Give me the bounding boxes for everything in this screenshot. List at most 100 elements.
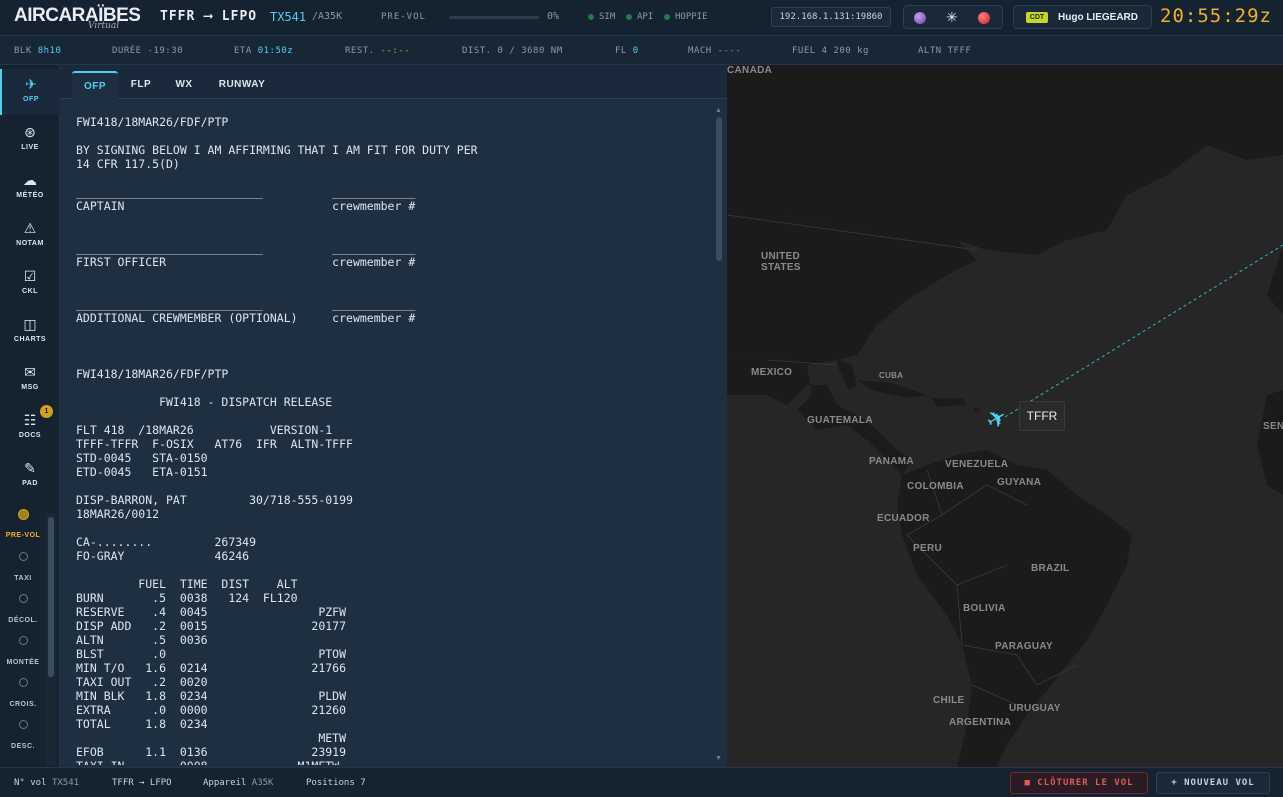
phase-scrollbar[interactable] xyxy=(46,513,56,765)
sidebar-item-label: CKL xyxy=(22,288,38,295)
stat-mach: MACH ---- xyxy=(688,46,742,56)
map-label-usa: UNITED STATES xyxy=(761,251,801,273)
sun-icon[interactable]: ✳ xyxy=(946,9,958,26)
phase-label: PRE-VOL xyxy=(5,532,41,539)
sidebar-item-msg[interactable]: ✉ MSG xyxy=(0,357,60,403)
status-dot-icon xyxy=(588,13,594,20)
phase-label: DÉCOL. xyxy=(8,617,38,624)
sidebar-item-label: PAD xyxy=(22,480,38,487)
status-hoppie: HOPPIE xyxy=(664,12,708,22)
ofp-scrollbar[interactable]: ▲ ▼ xyxy=(715,107,723,763)
phase-scroll-thumb[interactable] xyxy=(48,517,54,677)
toggle-group: ✳ xyxy=(903,5,1003,29)
stat-rest: REST. --:-- xyxy=(345,46,411,56)
utc-clock: 20:55:29z xyxy=(1160,5,1272,27)
phase-label: CROIS. xyxy=(9,701,37,708)
user-name: Hugo LIEGEARD xyxy=(1058,12,1138,23)
tab-bar: OFP FLP WX RUNWAY xyxy=(60,65,727,99)
notification-badge: 1 xyxy=(40,405,53,418)
brand-logo: AIRCARAÏBES xyxy=(14,5,141,26)
sidebar-item-label: MÉTÉO xyxy=(16,192,44,199)
status-label: HOPPIE xyxy=(675,12,708,22)
sidebar-item-ofp[interactable]: ✈ OFP xyxy=(0,69,60,115)
sidebar-item-charts[interactable]: ◫ CHARTS xyxy=(0,309,60,355)
record-icon[interactable] xyxy=(978,12,990,24)
mail-icon: ✉ xyxy=(24,364,36,380)
map-label-guatemala: GUATEMALA xyxy=(807,415,873,426)
flight-map[interactable]: CANADA UNITED STATES MEXICO CUBA GUATEMA… xyxy=(727,65,1283,767)
dest-code: LFPO xyxy=(221,9,258,24)
map-label-panama: PANAMA xyxy=(869,456,914,467)
sidebar-item-pad[interactable]: ✎ PAD xyxy=(0,453,60,499)
map-label-mexico: MEXICO xyxy=(751,367,793,378)
docs-icon: ☷ xyxy=(23,412,37,428)
progress-bar xyxy=(449,16,539,19)
sidebar-item-ckl[interactable]: ☑ CKL xyxy=(0,261,60,307)
tab-flp[interactable]: FLP xyxy=(120,71,162,99)
stat-duree: DURÉE -19:30 xyxy=(112,46,184,56)
new-flight-button[interactable]: + NOUVEAU VOL xyxy=(1156,772,1270,794)
ofp-document: FWI418/18MAR26/FDF/PTP BY SIGNING BELOW … xyxy=(76,115,478,765)
ofp-panel: OFP FLP WX RUNWAY FWI418/18MAR26/FDF/PTP… xyxy=(60,65,727,767)
top-bar: AIRCARAÏBES Virtual TFFR ⟶ LFPO TX541 /A… xyxy=(0,0,1283,36)
sidebar-item-label: MSG xyxy=(21,384,39,391)
map-label-brazil: BRAZIL xyxy=(1031,563,1070,574)
phase-montee[interactable]: MONTÉE xyxy=(0,636,46,666)
phase-crois[interactable]: CROIS. xyxy=(0,678,46,708)
scroll-up-icon[interactable]: ▲ xyxy=(715,107,722,114)
route-header: TFFR ⟶ LFPO xyxy=(160,9,257,24)
map-label-senegal: SENEG xyxy=(1263,421,1283,432)
footer-aircraft: Appareil A35K xyxy=(203,778,274,788)
map-label-guyana: GUYANA xyxy=(997,477,1042,488)
status-label: API xyxy=(637,12,654,22)
map-label-uruguay: URUGUAY xyxy=(1009,703,1061,714)
tab-runway[interactable]: RUNWAY xyxy=(210,71,274,99)
phase-circle-icon xyxy=(18,678,28,687)
phase-circle-icon xyxy=(17,509,29,520)
phase-prevol[interactable]: PRE-VOL xyxy=(0,509,46,539)
phase-circle-icon xyxy=(18,594,28,603)
sidebar-item-label: DOCS xyxy=(18,432,42,439)
ofp-scroll-thumb[interactable] xyxy=(716,117,722,261)
stat-dist: DIST. 0 / 3680 NM xyxy=(462,46,563,56)
stats-bar: BLK 8h10 DURÉE -19:30 ETA 01:50z REST. -… xyxy=(0,36,1283,65)
phase-desc[interactable]: DESC. xyxy=(0,720,46,750)
aircraft-tooltip: TFFR xyxy=(1019,401,1065,431)
footer-route: TFFR → LFPO xyxy=(112,778,172,788)
map-label-colombia: COLOMBIA xyxy=(907,481,964,492)
map-label-venezuela: VENEZUELA xyxy=(945,459,1009,470)
footer-bar: N° vol TX541 TFFR → LFPO Appareil A35K P… xyxy=(0,767,1283,797)
theme-moon-icon[interactable] xyxy=(914,12,926,24)
route-arrow: ⟶ xyxy=(204,9,213,24)
user-chip[interactable]: CDT Hugo LIEGEARD xyxy=(1013,5,1152,29)
footer-positions: Positions 7 xyxy=(306,778,366,788)
warning-icon: ⚠ xyxy=(23,220,37,236)
phase-taxi[interactable]: TAXI xyxy=(0,552,46,582)
sidebar-item-live[interactable]: ⊛ LIVE xyxy=(0,117,60,163)
ip-address[interactable]: 192.168.1.131:19860 xyxy=(771,7,891,27)
stat-fl: FL 0 xyxy=(615,46,639,56)
rank-badge: CDT xyxy=(1026,12,1048,23)
sidebar-item-notam[interactable]: ⚠ NOTAM xyxy=(0,213,60,259)
phase-circle-icon xyxy=(18,636,28,645)
map-label-paraguay: PARAGUAY xyxy=(995,641,1053,652)
sidebar-item-docs[interactable]: ☷ DOCS 1 xyxy=(0,405,60,451)
stat-fuel: FUEL 4 200 kg xyxy=(792,46,869,56)
tab-wx[interactable]: WX xyxy=(164,71,204,99)
close-flight-button[interactable]: ■ CLÔTURER LE VOL xyxy=(1010,772,1148,794)
scroll-down-icon[interactable]: ▼ xyxy=(715,755,722,762)
pencil-icon: ✎ xyxy=(24,460,36,476)
sidebar: ✈ OFP ⊛ LIVE ☁ MÉTÉO ⚠ NOTAM ☑ CKL ◫ CHARTS ✉ M… xyxy=(0,65,60,767)
sidebar-item-label: NOTAM xyxy=(16,240,44,247)
phase-label: DESC. xyxy=(11,743,35,750)
phase-decol[interactable]: DÉCOL. xyxy=(0,594,46,624)
tab-ofp[interactable]: OFP xyxy=(72,71,118,99)
phase-circle-icon xyxy=(18,552,28,561)
stat-eta: ETA 01:50z xyxy=(234,46,294,56)
status-dot-icon xyxy=(664,13,670,20)
status-dot-icon xyxy=(626,13,632,20)
phase-circle-icon xyxy=(18,720,28,729)
sidebar-item-label: LIVE xyxy=(21,144,39,151)
sidebar-item-meteo[interactable]: ☁ MÉTÉO xyxy=(0,165,60,211)
origin-code: TFFR xyxy=(160,9,196,24)
